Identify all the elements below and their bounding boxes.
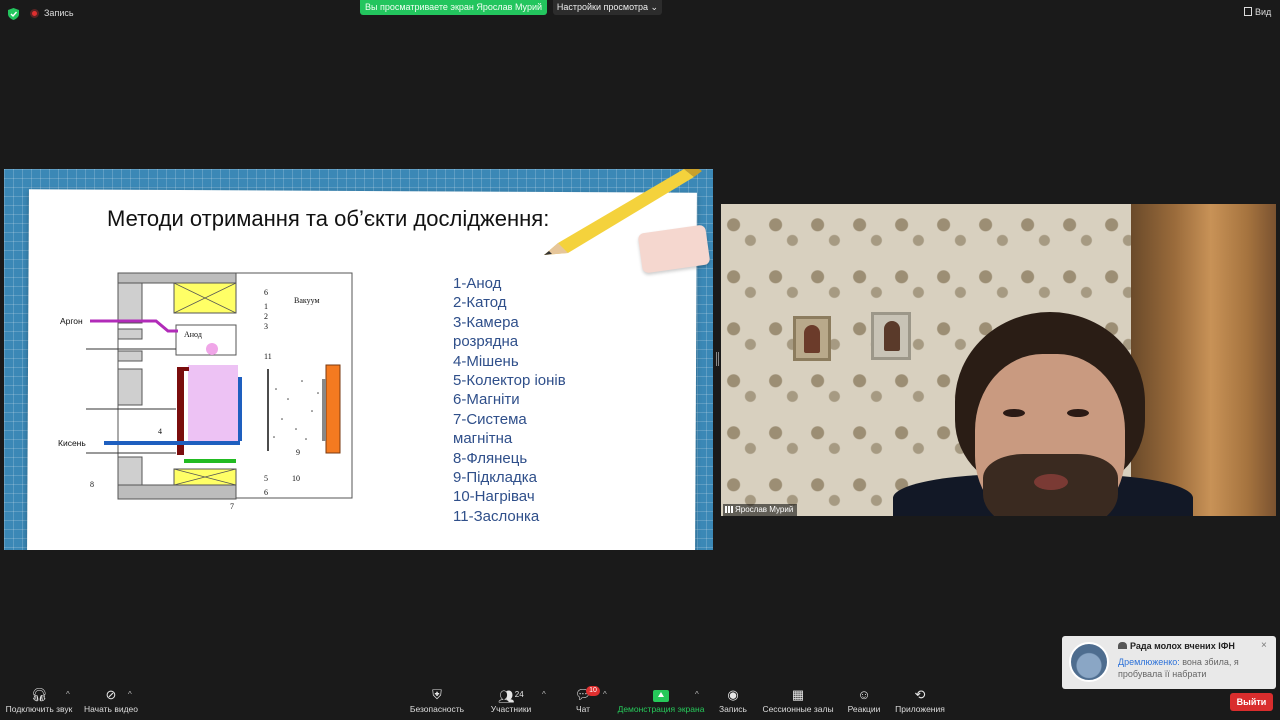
- chat-sender[interactable]: Дремлюженко:: [1118, 657, 1180, 667]
- video-icon-frame: [871, 312, 911, 360]
- diagram-num-4: 4: [158, 427, 162, 436]
- apps-icon: ⟲: [914, 687, 926, 702]
- share-screen-label: Демонстрация экрана: [617, 704, 705, 714]
- join-audio-button[interactable]: 🎧︎ Подключить звук: [4, 684, 74, 720]
- breakout-rooms-icon: ▦: [791, 687, 805, 702]
- diagram-num-11: 11: [264, 352, 272, 361]
- diagram-num-6-top: 6: [264, 288, 268, 297]
- participants-button[interactable]: 👥︎24 Участники: [486, 684, 536, 720]
- chat-label: Чат: [575, 704, 591, 714]
- start-video-label: Начать видео: [83, 704, 138, 714]
- diagram-num-2: 2: [264, 312, 268, 321]
- share-options-caret[interactable]: ^: [695, 690, 699, 699]
- apps-label: Приложения: [895, 704, 945, 714]
- argon-label: Аргон: [60, 316, 83, 326]
- video-curtain: [1131, 204, 1276, 516]
- vacuum-label: Вакуум: [294, 296, 320, 305]
- chat-group-name: Рада молох вчених ІФН: [1118, 641, 1235, 651]
- legend-item: 9-Підкладка: [453, 469, 538, 487]
- legend-item: 11-Заслонка: [453, 507, 540, 525]
- anode-label: Анод: [184, 330, 202, 339]
- top-bar: Запись Вы просматриваете экран Ярослав М…: [0, 0, 1280, 28]
- record-label: Запись: [719, 704, 747, 714]
- screen-share-banner: Вы просматриваете экран Ярослав Мурий: [360, 0, 547, 15]
- shield-icon[interactable]: [8, 8, 19, 20]
- participant-video[interactable]: [721, 204, 1276, 516]
- person-eye: [1067, 409, 1089, 417]
- participant-name-tag: Ярослав Мурий: [723, 504, 798, 516]
- share-banner-text: Вы просматриваете экран Ярослав Мурий: [364, 2, 543, 12]
- security-button[interactable]: ⛨ Безопасность: [408, 684, 466, 720]
- diagram-num-1: 1: [264, 302, 268, 311]
- chat-badge: 10: [586, 686, 600, 696]
- diagram-num-8: 8: [90, 480, 94, 489]
- headphones-icon: 🎧︎: [30, 687, 48, 702]
- reactions-button[interactable]: ☺ Реакции: [844, 684, 884, 720]
- group-avatar: [1069, 642, 1109, 682]
- sputtering-diagram: Анод Аргон Кисень Вакуум 6 1 2 3 11 4 5 …: [58, 272, 353, 509]
- diagram-num-10: 10: [292, 474, 300, 483]
- record-button[interactable]: ◉ Запись: [716, 684, 750, 720]
- reactions-label: Реакции: [847, 704, 881, 714]
- view-settings-label: Настройки просмотра: [556, 2, 649, 12]
- view-button[interactable]: Вид: [1244, 7, 1271, 17]
- panel-splitter-handle[interactable]: [716, 352, 719, 366]
- apps-button[interactable]: ⟲ Приложения: [892, 684, 948, 720]
- oxygen-label: Кисень: [58, 438, 86, 448]
- legend-item: 7-Система: [453, 410, 527, 428]
- shield-icon: ⛨: [432, 687, 442, 702]
- legend-item: 1-Анод: [453, 275, 502, 292]
- view-icon: [1244, 7, 1252, 16]
- smiley-icon: ☺: [857, 687, 871, 702]
- join-audio-label: Подключить звук: [5, 704, 73, 714]
- legend-item: 6-Магніти: [453, 391, 520, 409]
- legend-item: магнітна: [453, 430, 513, 448]
- share-screen-icon: [616, 684, 706, 704]
- recording-icon: [30, 9, 39, 18]
- close-icon[interactable]: ×: [1261, 640, 1267, 651]
- chat-message: Дремлюженко: вона збила, я пробувала її …: [1118, 656, 1268, 680]
- recording-label[interactable]: Запись: [44, 8, 74, 18]
- share-screen-button[interactable]: Демонстрация экрана: [616, 684, 706, 720]
- legend-item: 8-Флянець: [453, 449, 528, 467]
- participants-count: 24: [514, 690, 524, 699]
- video-icon-frame: [793, 316, 831, 361]
- person-mouth: [1034, 474, 1068, 490]
- legend-item: 5-Колектор іонів: [453, 372, 566, 390]
- diagram-num-9: 9: [296, 448, 300, 457]
- group-icon: [1118, 642, 1127, 649]
- chat-options-caret[interactable]: ^: [603, 690, 607, 699]
- meeting-toolbar: 🎧︎ Подключить звук ^ ⊘ Начать видео ^ ⛨ …: [0, 684, 1280, 720]
- view-label: Вид: [1255, 7, 1272, 17]
- chat-group-label: Рада молох вчених ІФН: [1130, 641, 1235, 651]
- leave-button[interactable]: Выйти: [1230, 693, 1273, 711]
- signal-icon: [725, 506, 733, 513]
- slide-title: Методи отримання та об’єкти дослідження:: [107, 206, 550, 231]
- chat-notification[interactable]: Рада молох вчених ІФН × Дремлюженко: вон…: [1062, 636, 1276, 689]
- person-eye: [1003, 409, 1025, 417]
- participant-name: Ярослав Мурий: [735, 505, 794, 514]
- legend-item: 3-Камера: [453, 313, 519, 331]
- security-label: Безопасность: [409, 704, 465, 714]
- legend-item: розрядна: [453, 333, 519, 351]
- diagram-num-3: 3: [264, 322, 268, 331]
- record-icon: ◉: [727, 687, 739, 702]
- participants-label: Участники: [490, 704, 532, 714]
- diagram-num-5: 5: [264, 474, 268, 483]
- legend-item: 10-Нагрівач: [453, 488, 535, 506]
- breakout-rooms-label: Сессионные залы: [762, 704, 834, 714]
- diagram-num-7: 7: [230, 502, 234, 509]
- participants-icon: 👥︎24: [498, 689, 524, 704]
- audio-options-caret[interactable]: ^: [66, 690, 70, 699]
- participants-options-caret[interactable]: ^: [542, 690, 546, 699]
- breakout-rooms-button[interactable]: ▦ Сессионные залы: [762, 684, 834, 720]
- view-settings-button[interactable]: Настройки просмотра ⌄: [553, 0, 662, 15]
- legend-item: 4-Мішень: [453, 352, 519, 370]
- legend-item: 2-Катод: [453, 294, 507, 312]
- slide-legend: 1-Анод 2-Катод 3-Камера розрядна 4-Мішен…: [453, 274, 566, 526]
- shared-screen: Методи отримання та об’єкти дослідження:…: [4, 169, 713, 550]
- video-options-caret[interactable]: ^: [128, 690, 132, 699]
- diagram-num-6-bottom: 6: [264, 488, 268, 497]
